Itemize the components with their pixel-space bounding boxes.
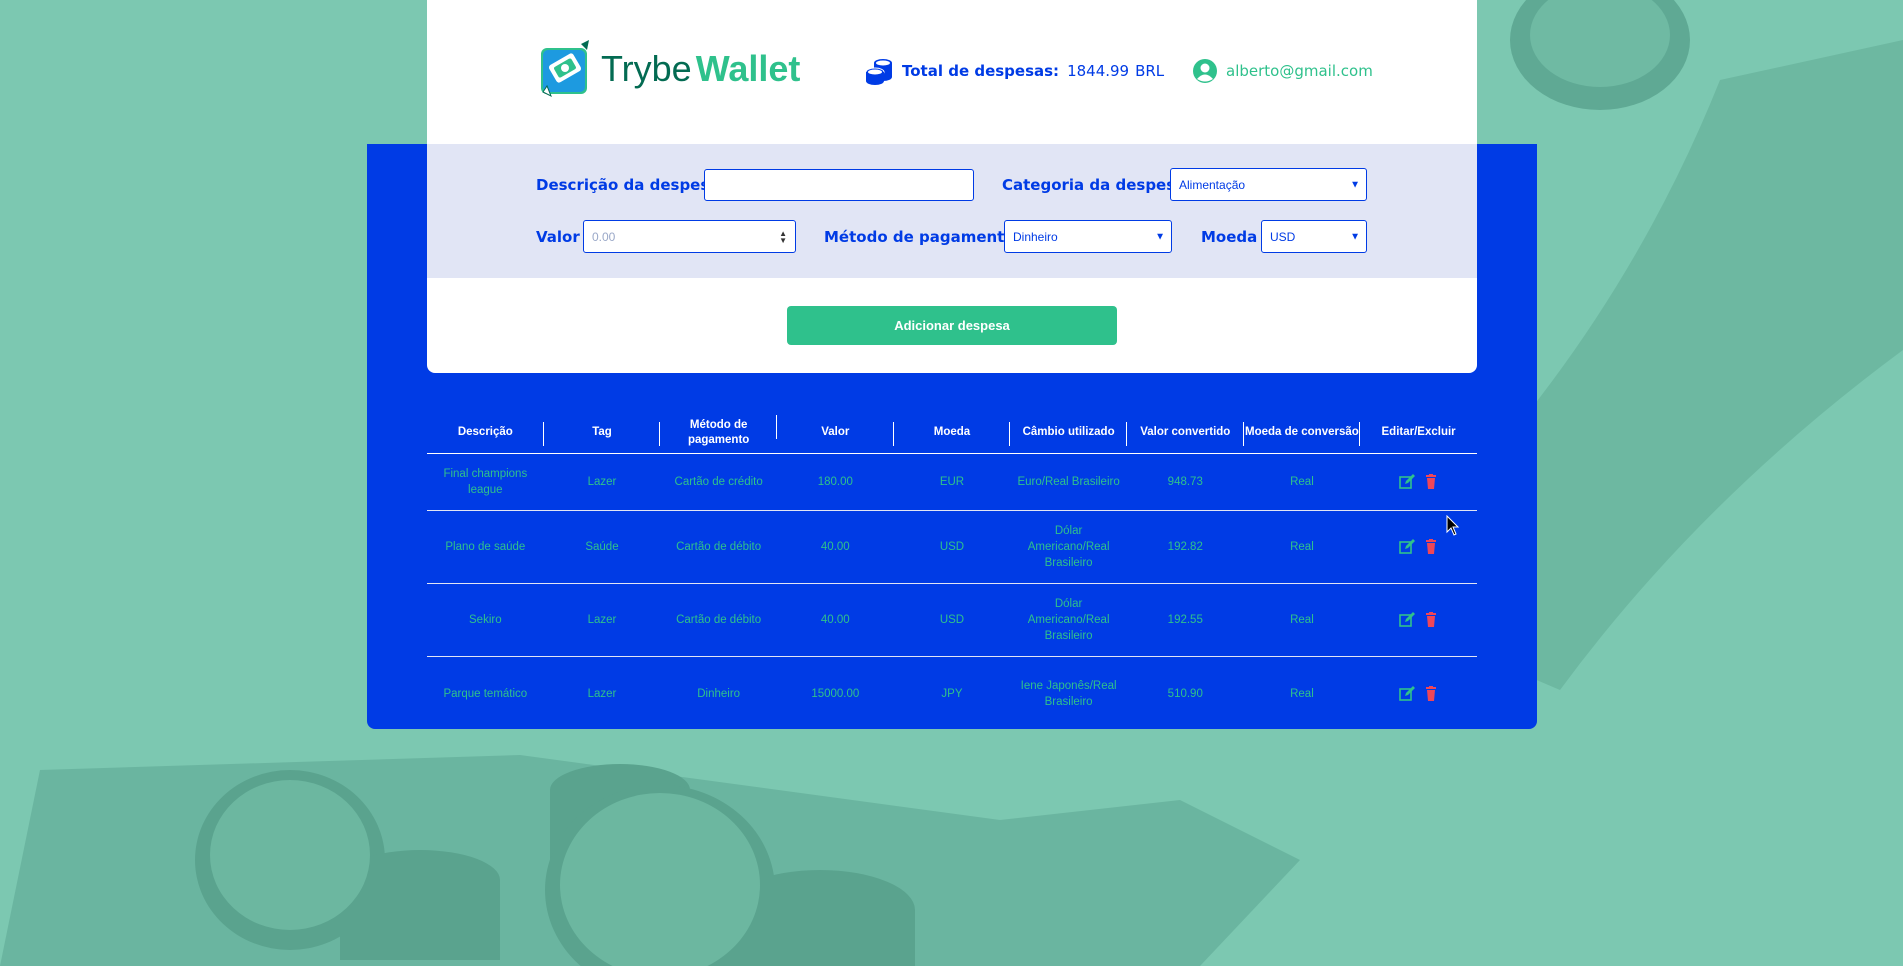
value-input[interactable]: 0.00 ▲ ▼ <box>583 220 796 253</box>
col-header-conversion-currency: Moeda de conversão <box>1245 422 1360 446</box>
cell-exchange: Euro/Real Brasileiro <box>1017 476 1120 488</box>
total-expenses: Total de despesas: 1844.99 BRL <box>864 56 1164 86</box>
currency-label: Moeda <box>1201 228 1258 246</box>
cell-converted: 510.90 <box>1167 687 1203 700</box>
currency-select[interactable]: USD ▼ <box>1261 220 1367 253</box>
chevron-down-icon: ▼ <box>1350 231 1360 242</box>
total-label: Total de despesas: <box>902 62 1060 80</box>
cell-method: Cartão de crédito <box>674 476 763 488</box>
cell-description: Plano de saúde <box>445 541 526 553</box>
header: Trybe Wallet Total de despesas: 1844.99 B… <box>427 0 1477 144</box>
cell-value: 15000.00 <box>811 687 860 700</box>
cell-method: Cartão de débito <box>676 541 762 553</box>
cell-actions <box>1360 474 1477 490</box>
edit-icon[interactable] <box>1398 612 1415 628</box>
cell-conversion-currency: Real <box>1290 687 1314 700</box>
currency-selected-value: USD <box>1270 229 1296 244</box>
table-row: Parque temático Lazer Dinheiro 15000.00 … <box>427 657 1477 730</box>
table-row: Final champions league Lazer Cartão de c… <box>427 454 1477 511</box>
col-header-description: Descrição <box>427 422 544 446</box>
chevron-down-icon: ▼ <box>1155 231 1165 242</box>
method-select[interactable]: Dinheiro ▼ <box>1004 220 1172 253</box>
cell-description: Sekiro <box>469 614 502 626</box>
cell-exchange: Dólar Americano/Real Brasileiro <box>1027 525 1110 569</box>
col-header-currency: Moeda <box>894 422 1011 446</box>
trash-icon[interactable] <box>1423 539 1439 555</box>
trash-icon[interactable] <box>1423 685 1439 702</box>
cell-value: 180.00 <box>817 476 853 488</box>
method-label: Método de pagamento <box>824 228 1015 246</box>
cell-conversion-currency: Real <box>1290 476 1314 488</box>
cell-actions <box>1360 539 1477 555</box>
trash-icon[interactable] <box>1423 474 1439 490</box>
col-header-method: Método de pagamento <box>660 414 777 448</box>
trash-icon[interactable] <box>1423 612 1439 628</box>
total-currency: BRL <box>1135 62 1165 80</box>
expense-form <box>427 144 1477 278</box>
user-email: alberto@gmail.com <box>1226 62 1373 80</box>
cell-method: Cartão de débito <box>676 614 762 626</box>
edit-icon[interactable] <box>1398 685 1415 702</box>
user-info: alberto@gmail.com <box>1192 58 1373 84</box>
cell-description: Final champions league <box>443 468 528 496</box>
table-row: Sekiro Lazer Cartão de débito 40.00 USD … <box>427 584 1477 657</box>
cell-tag: Lazer <box>587 687 617 700</box>
cell-tag: Lazer <box>587 614 617 626</box>
table-row: Plano de saúde Saúde Cartão de débito 40… <box>427 511 1477 584</box>
col-header-tag: Tag <box>544 422 661 446</box>
logo: Trybe Wallet <box>537 40 800 98</box>
col-header-actions: Editar/Excluir <box>1381 426 1456 438</box>
cell-currency: USD <box>939 614 965 626</box>
category-selected-value: Alimentação <box>1179 177 1246 192</box>
cell-tag: Lazer <box>587 476 617 488</box>
logo-trybe-text: Trybe <box>601 48 692 89</box>
cell-value: 40.00 <box>820 541 850 553</box>
edit-icon[interactable] <box>1398 474 1415 490</box>
cell-tag: Saúde <box>585 541 619 553</box>
col-header-value: Valor <box>777 422 894 446</box>
chevron-down-icon: ▼ <box>1350 179 1360 190</box>
value-label: Valor <box>536 228 580 246</box>
number-stepper-icon[interactable]: ▲ ▼ <box>779 229 787 244</box>
cell-converted: 192.55 <box>1167 614 1203 626</box>
cell-converted: 192.82 <box>1167 541 1203 553</box>
table-header: Descrição Tag Método de pagamento Valor … <box>427 412 1477 454</box>
logo-wallet-text: Wallet <box>695 48 801 89</box>
method-selected-value: Dinheiro <box>1013 229 1058 244</box>
category-label: Categoria da despesa <box>1002 176 1186 194</box>
col-header-converted: Valor convertido <box>1127 422 1244 446</box>
cell-converted: 948.73 <box>1167 476 1203 488</box>
cell-exchange: Iene Japonês/Real Brasileiro <box>1020 679 1117 708</box>
cell-description: Parque temático <box>443 687 528 700</box>
cell-currency: JPY <box>941 687 963 700</box>
col-header-exchange: Câmbio utilizado <box>1010 422 1127 446</box>
cell-conversion-currency: Real <box>1290 614 1314 626</box>
value-placeholder: 0.00 <box>592 229 616 244</box>
cell-actions <box>1360 612 1477 628</box>
add-expense-button[interactable]: Adicionar despesa <box>787 306 1117 345</box>
coins-icon <box>865 59 892 85</box>
expenses-table: Descrição Tag Método de pagamento Valor … <box>427 412 1477 730</box>
description-input[interactable] <box>704 169 974 201</box>
cell-exchange: Dólar Americano/Real Brasileiro <box>1027 598 1110 642</box>
panel-corner <box>367 144 427 158</box>
cell-conversion-currency: Real <box>1290 541 1314 553</box>
wallet-logo-icon <box>541 40 589 98</box>
cell-method: Dinheiro <box>697 687 741 700</box>
edit-icon[interactable] <box>1398 539 1415 555</box>
total-value: 1844.99 <box>1067 62 1130 80</box>
mouse-cursor-icon <box>1446 515 1460 536</box>
cell-actions <box>1360 685 1477 702</box>
cell-currency: USD <box>939 541 965 553</box>
category-select[interactable]: Alimentação ▼ <box>1170 168 1367 201</box>
description-label: Descrição da despesa <box>536 176 720 194</box>
cell-value: 40.00 <box>820 614 850 626</box>
cell-currency: EUR <box>939 476 965 488</box>
user-icon <box>1193 59 1217 83</box>
